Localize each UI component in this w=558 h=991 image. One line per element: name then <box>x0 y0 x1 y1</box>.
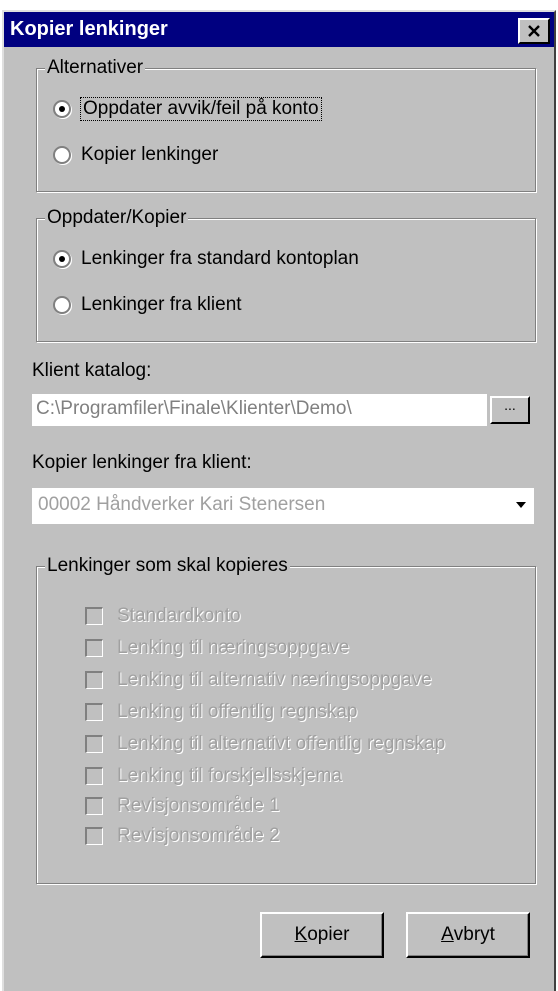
close-icon <box>528 25 540 37</box>
dialog-window: Kopier lenkinger Alternativer Oppdater a… <box>2 10 556 991</box>
checkbox-box[interactable] <box>85 797 103 815</box>
radio-standard-chart[interactable]: Lenkinger fra standard kontoplan <box>53 245 359 273</box>
checkbox-box[interactable] <box>85 703 103 721</box>
checkbox-label: Revisjonsområde 2 <box>117 825 280 846</box>
checkbox-revisjonsomrade-2[interactable]: Revisjonsområde 2 <box>85 823 280 849</box>
alternatives-legend: Alternativer <box>45 57 146 79</box>
radio-standard-chart-label: Lenkinger fra standard kontoplan <box>81 248 359 269</box>
copy-button-mnemonic: K <box>294 924 308 945</box>
checkbox-label: Standardkonto <box>117 605 241 626</box>
title-bar: Kopier lenkinger <box>4 12 554 47</box>
radio-button-unchecked[interactable] <box>53 296 71 314</box>
checkbox-box[interactable] <box>85 671 103 689</box>
client-directory-label: Klient katalog: <box>32 360 152 381</box>
checkbox-box[interactable] <box>85 767 103 785</box>
radio-update-discrepancies-label: Oppdater avvik/feil på konto <box>80 97 322 121</box>
close-button[interactable] <box>518 18 550 44</box>
checkbox-offentlig-regnskap[interactable]: Lenking til offentlig regnskap <box>85 699 357 725</box>
checkbox-standardkonto[interactable]: Standardkonto <box>85 603 241 629</box>
checkbox-label: Lenking til forskjellsskjema <box>117 765 342 786</box>
radio-copy-links-label: Kopier lenkinger <box>81 144 219 165</box>
radio-button-unchecked[interactable] <box>53 146 71 164</box>
checkbox-label: Revisjonsområde 1 <box>117 795 280 816</box>
client-select-value: 00002 Håndverker Kari Stenersen <box>38 494 326 515</box>
checkbox-box[interactable] <box>85 607 103 625</box>
client-directory-field[interactable]: C:\Programfiler\Finale\Klienter\Demo\ <box>32 394 487 426</box>
links-to-copy-group: Lenkinger som skal kopieres Standardkont… <box>36 555 536 884</box>
window-title: Kopier lenkinger <box>10 18 168 40</box>
checkbox-label: Lenking til næringsoppgave <box>117 637 350 658</box>
browse-button[interactable]: ... <box>490 396 530 424</box>
checkbox-alt-naeringsoppgave[interactable]: Lenking til alternativ næringsoppgave <box>85 667 432 693</box>
radio-from-client-label: Lenkinger fra klient <box>81 294 242 315</box>
copy-button[interactable]: Kopier <box>260 912 384 958</box>
radio-from-client[interactable]: Lenkinger fra klient <box>53 291 242 319</box>
checkbox-revisjonsomrade-1[interactable]: Revisjonsområde 1 <box>85 793 280 819</box>
checkbox-box[interactable] <box>85 827 103 845</box>
update-copy-legend: Oppdater/Kopier <box>45 207 189 229</box>
cancel-button-label: vbryt <box>453 924 495 945</box>
cancel-button[interactable]: Avbryt <box>406 912 530 958</box>
links-to-copy-legend: Lenkinger som skal kopieres <box>45 555 290 577</box>
checkbox-alt-offentlig-regnskap[interactable]: Lenking til alternativt offentlig regnsk… <box>85 731 445 757</box>
cancel-button-mnemonic: A <box>441 924 454 945</box>
checkbox-box[interactable] <box>85 735 103 753</box>
checkbox-label: Lenking til alternativt offentlig regnsk… <box>117 733 446 754</box>
copy-from-client-label: Kopier lenkinger fra klient: <box>32 452 252 473</box>
checkbox-naeringsoppgave[interactable]: Lenking til næringsoppgave <box>85 635 349 661</box>
checkbox-forskjellsskjema[interactable]: Lenking til forskjellsskjema <box>85 763 342 789</box>
checkbox-label: Lenking til offentlig regnskap <box>117 701 358 722</box>
radio-button-checked[interactable] <box>53 250 71 268</box>
radio-update-discrepancies[interactable]: Oppdater avvik/feil på konto <box>53 95 322 123</box>
chevron-down-icon[interactable] <box>516 502 526 508</box>
client-select[interactable]: 00002 Håndverker Kari Stenersen <box>32 488 534 524</box>
radio-copy-links[interactable]: Kopier lenkinger <box>53 141 218 169</box>
checkbox-box[interactable] <box>85 639 103 657</box>
copy-button-label: opier <box>307 924 350 945</box>
update-copy-group: Oppdater/Kopier Lenkinger fra standard k… <box>36 207 536 342</box>
radio-button-checked[interactable] <box>53 100 71 118</box>
checkbox-label: Lenking til alternativ næringsoppgave <box>117 669 432 690</box>
alternatives-group: Alternativer Oppdater avvik/feil på kont… <box>36 57 536 192</box>
